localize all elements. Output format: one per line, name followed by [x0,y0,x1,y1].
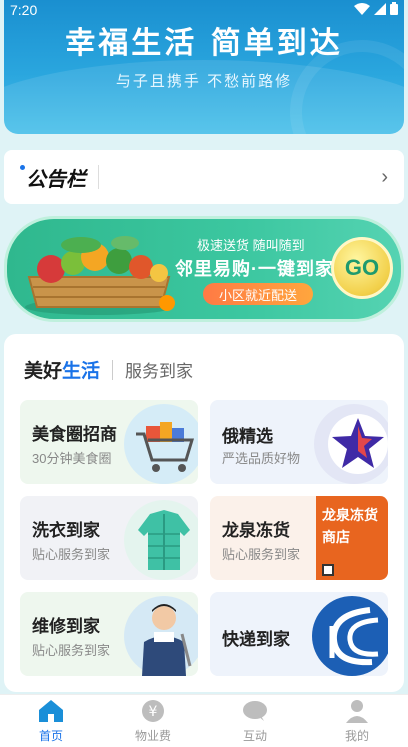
bottom-nav: 首页 ¥ 物业费 互动 我的 [0,694,408,747]
nav-label-interact: 互动 [242,729,267,743]
tile-courier[interactable]: 快递到家 [210,592,388,676]
fruit-basket-icon [21,227,177,317]
delivery-banner[interactable]: 极速送货 随叫随到 邻里易购·一键到家 小区就近配送 GO [4,216,404,322]
shopping-cart-icon [124,404,198,484]
nav-item-mine[interactable]: 我的 [317,698,397,744]
services-title: 美好生活 [24,356,100,383]
tile-title: 快递到家 [222,630,290,649]
technician-icon [124,596,198,676]
nav-item-property-fee[interactable]: ¥ 物业费 [113,698,193,744]
tile-title: 俄精选 [222,427,273,446]
tile-title: 龙泉冻货 [222,521,290,540]
notice-logo: 公告栏 [20,163,86,192]
svg-text:¥: ¥ [149,704,158,720]
tile-longquan-frozen[interactable]: 龙泉冻货商店 龙泉冻货 贴心服务到家 [210,496,388,580]
nav-item-interact[interactable]: 互动 [215,698,295,744]
tile-title: 维修到家 [32,617,100,636]
hero-title: 幸福生活 简单到达 [65,26,343,61]
tile-food-circle[interactable]: 美食圈招商 30分钟美食圈 [20,400,198,484]
chevron-right-icon[interactable]: › [381,166,388,189]
services-divider [112,359,114,380]
nav-label-property-fee: 物业费 [134,729,171,743]
qr-code-icon [322,564,334,576]
signal-icon [374,2,386,18]
star-icon [314,404,388,484]
tile-desc: 严选品质好物 [222,451,301,466]
services-card: 美好生活 服务到家 美食圈招商 30分钟美食圈 俄精选 严选品质好物 洗衣到家 … [4,334,404,692]
tile-laundry[interactable]: 洗衣到家 贴心服务到家 [20,496,198,580]
tile-russian-select[interactable]: 俄精选 严选品质好物 [210,400,388,484]
delivery-tagline: 极速送货 随叫随到 [197,238,305,253]
go-button[interactable]: GO [331,237,393,299]
tile-desc: 30分钟美食圈 [32,451,112,466]
tile-title: 美食圈招商 [32,425,117,444]
tile-desc: 贴心服务到家 [32,547,111,562]
nav-label-mine: 我的 [344,729,369,743]
jacket-icon [124,500,198,580]
tile-repair[interactable]: 维修到家 贴心服务到家 [20,592,198,676]
status-icons [354,2,398,18]
services-header: 美好生活 服务到家 [24,356,193,383]
hero-banner[interactable]: 幸福生活 简单到达 与子且携手 不愁前路修 [4,0,404,134]
notice-bar[interactable]: 公告栏 › [4,150,404,204]
notice-divider [98,165,99,189]
nav-item-home[interactable]: 首页 [11,698,91,744]
nav-label-home: 首页 [38,729,63,743]
user-icon [344,698,370,724]
tile-desc: 贴心服务到家 [222,547,301,562]
wifi-icon [354,2,370,18]
status-bar: 7:20 [0,0,408,20]
yuan-icon: ¥ [140,698,166,724]
services-subtitle: 服务到家 [125,362,194,381]
courier-logo-icon [312,596,388,676]
store-sign-text: 龙泉冻货商店 [322,507,378,545]
home-icon [38,698,64,724]
delivery-badge: 小区就近配送 [203,283,313,305]
battery-icon [390,2,398,18]
delivery-headline: 邻里易购·一键到家 [175,259,334,279]
status-time: 7:20 [10,2,38,18]
services-title-prefix: 美好 [24,361,63,382]
tile-title: 洗衣到家 [32,521,100,540]
chat-icon [242,698,268,724]
store-sign-icon: 龙泉冻货商店 [316,496,388,580]
services-title-highlight: 生活 [62,361,101,382]
tile-desc: 贴心服务到家 [32,643,111,658]
hero-subtitle: 与子且携手 不愁前路修 [115,73,293,90]
